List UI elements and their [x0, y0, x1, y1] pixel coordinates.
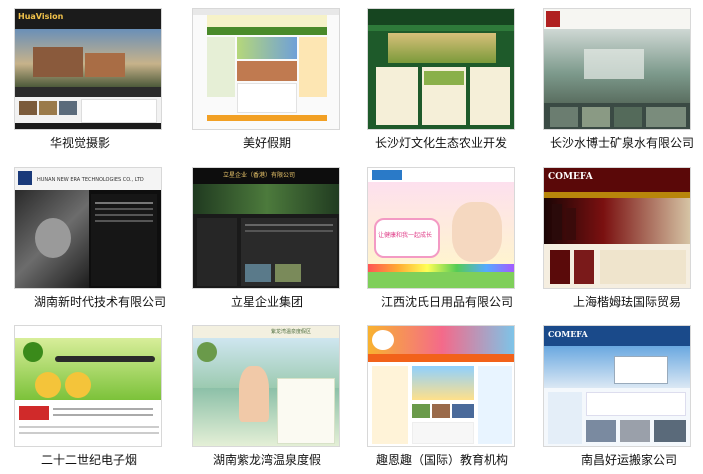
thumbnail-eco-agriculture[interactable] — [367, 8, 515, 130]
caption[interactable]: 湖南紫龙湾温泉度假 — [179, 453, 355, 467]
portfolio-item-education[interactable]: 趣恩趣（国际）教育机构 — [367, 325, 543, 474]
thumbnail-education[interactable] — [367, 325, 515, 447]
portfolio-item-huavision[interactable]: HuaVision 华视觉摄影 — [14, 8, 190, 166]
portfolio-item-lixing[interactable]: 立星企业（香港）有限公司 立星企业集团 — [192, 167, 368, 325]
thumb-logo-text: COMEFA — [548, 329, 588, 339]
caption[interactable]: 立星企业集团 — [179, 295, 355, 309]
caption[interactable]: 湖南新时代技术有限公司 — [12, 295, 188, 309]
thumb-logo-text: HuaVision — [18, 12, 64, 21]
thumbnail-hot-spring[interactable]: 紫龙湾温泉度假区 — [192, 325, 340, 447]
portfolio-item-new-era-tech[interactable]: HUNAN NEW ERA TECHNOLOGIES CO., LTD 湖南新时… — [14, 167, 190, 325]
caption[interactable]: 趣恩趣（国际）教育机构 — [354, 453, 530, 467]
portfolio-item-e-cigarette[interactable]: 二十二世纪电子烟 — [14, 325, 190, 474]
portfolio-item-eco-agriculture[interactable]: 长沙灯文化生态农业开发 — [367, 8, 543, 166]
thumb-header-text: 立星企业（香港）有限公司 — [223, 172, 296, 179]
caption[interactable]: 长沙水博士矿泉水有限公司 — [534, 136, 703, 150]
portfolio-item-moving[interactable]: COMEFA 南昌好运搬家公司 — [543, 325, 703, 474]
thumbnail-e-cigarette[interactable] — [14, 325, 162, 447]
thumb-header-text: 紫龙湾温泉度假区 — [271, 329, 312, 335]
thumbnail-holiday[interactable] — [192, 8, 340, 130]
thumbnail-comefa[interactable]: COMEFA — [543, 167, 691, 289]
thumbnail-mineral-water[interactable] — [543, 8, 691, 130]
thumbnail-lixing[interactable]: 立星企业（香港）有限公司 — [192, 167, 340, 289]
portfolio-grid: HuaVision 华视觉摄影 美好假期 长沙灯文化生态农业开发 长沙水博士矿泉… — [0, 0, 703, 474]
thumbnail-moving[interactable]: COMEFA — [543, 325, 691, 447]
caption[interactable]: 二十二世纪电子烟 — [1, 453, 177, 467]
thumbnail-shenshi[interactable]: 让健康和我一起成长 — [367, 167, 515, 289]
portfolio-item-hot-spring[interactable]: 紫龙湾温泉度假区 湖南紫龙湾温泉度假 — [192, 325, 368, 474]
caption[interactable]: 美好假期 — [179, 136, 355, 150]
caption[interactable]: 上海楷姆珐国际贸易 — [539, 295, 703, 309]
portfolio-item-holiday[interactable]: 美好假期 — [192, 8, 368, 166]
caption[interactable]: 南昌好运搬家公司 — [541, 453, 703, 467]
caption[interactable]: 华视觉摄影 — [0, 136, 168, 150]
thumbnail-new-era-tech[interactable]: HUNAN NEW ERA TECHNOLOGIES CO., LTD — [14, 167, 162, 289]
thumb-slogan: 让健康和我一起成长 — [378, 232, 433, 239]
portfolio-item-shenshi[interactable]: 让健康和我一起成长 江西沈氏日用品有限公司 — [367, 167, 543, 325]
thumb-logo-text: COMEFA — [548, 172, 593, 182]
thumb-header-text: HUNAN NEW ERA TECHNOLOGIES CO., LTD — [37, 177, 144, 183]
portfolio-item-mineral-water[interactable]: 长沙水博士矿泉水有限公司 — [543, 8, 703, 166]
portfolio-item-comefa[interactable]: COMEFA 上海楷姆珐国际贸易 — [543, 167, 703, 325]
caption[interactable]: 江西沈氏日用品有限公司 — [359, 295, 535, 309]
thumbnail-huavision[interactable]: HuaVision — [14, 8, 162, 130]
caption[interactable]: 长沙灯文化生态农业开发 — [353, 136, 529, 150]
